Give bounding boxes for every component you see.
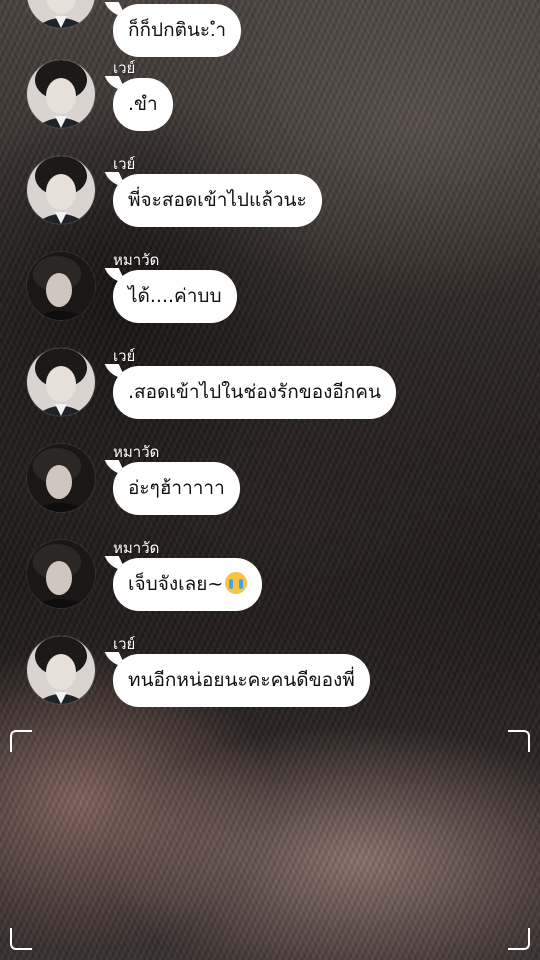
frame-corner-top-right-icon — [508, 730, 530, 752]
message-text: ก็ก็ปกตินะ.ำ — [128, 19, 227, 41]
message-text: ทนอีกหน่อยนะคะคนดีของพี่ — [128, 669, 355, 691]
message-text: อ่ะๆฮ้าาาาา — [128, 477, 225, 499]
message-bubble: .ขำ — [113, 78, 173, 131]
message-bubble: อ่ะๆฮ้าาาาา — [113, 462, 240, 515]
message-text: เจ็บจังเลย~ — [128, 573, 224, 595]
frame-corner-bottom-left-icon — [10, 928, 32, 950]
avatar-mawat[interactable] — [27, 540, 95, 608]
message-bubble: ได้....ค่าบบ — [113, 270, 237, 323]
message-bubble: ทนอีกหน่อยนะคะคนดีของพี่ — [113, 654, 370, 707]
loudly-crying-face-icon — [225, 572, 248, 594]
message-bubble: .สอดเข้าไปในช่องรักของอีกคน — [113, 366, 397, 419]
avatar-way[interactable] — [27, 636, 95, 704]
avatar-way[interactable] — [27, 156, 95, 224]
message-bubble: พี่จะสอดเข้าไปแล้วนะ — [113, 174, 322, 227]
avatar-way[interactable] — [27, 348, 95, 416]
avatar-mawat[interactable] — [27, 444, 95, 512]
frame-corner-bottom-right-icon — [508, 928, 530, 950]
sender-name: หมาวัด — [113, 539, 160, 557]
message-text: .ขำ — [128, 93, 158, 115]
message-text: ได้....ค่าบบ — [128, 285, 222, 307]
sender-name: หมาวัด — [113, 251, 160, 269]
frame-corner-top-left-icon — [10, 730, 32, 752]
message-bubble: เจ็บจังเลย~ — [113, 558, 263, 611]
avatar-mawat[interactable] — [27, 252, 95, 320]
message-bubble: ก็ก็ปกตินะ.ำ — [113, 4, 242, 57]
sender-name: หมาวัด — [113, 443, 160, 461]
avatar-way[interactable] — [27, 60, 95, 128]
message-text: พี่จะสอดเข้าไปแล้วนะ — [128, 189, 307, 211]
message-text: .สอดเข้าไปในช่องรักของอีกคน — [128, 381, 382, 403]
